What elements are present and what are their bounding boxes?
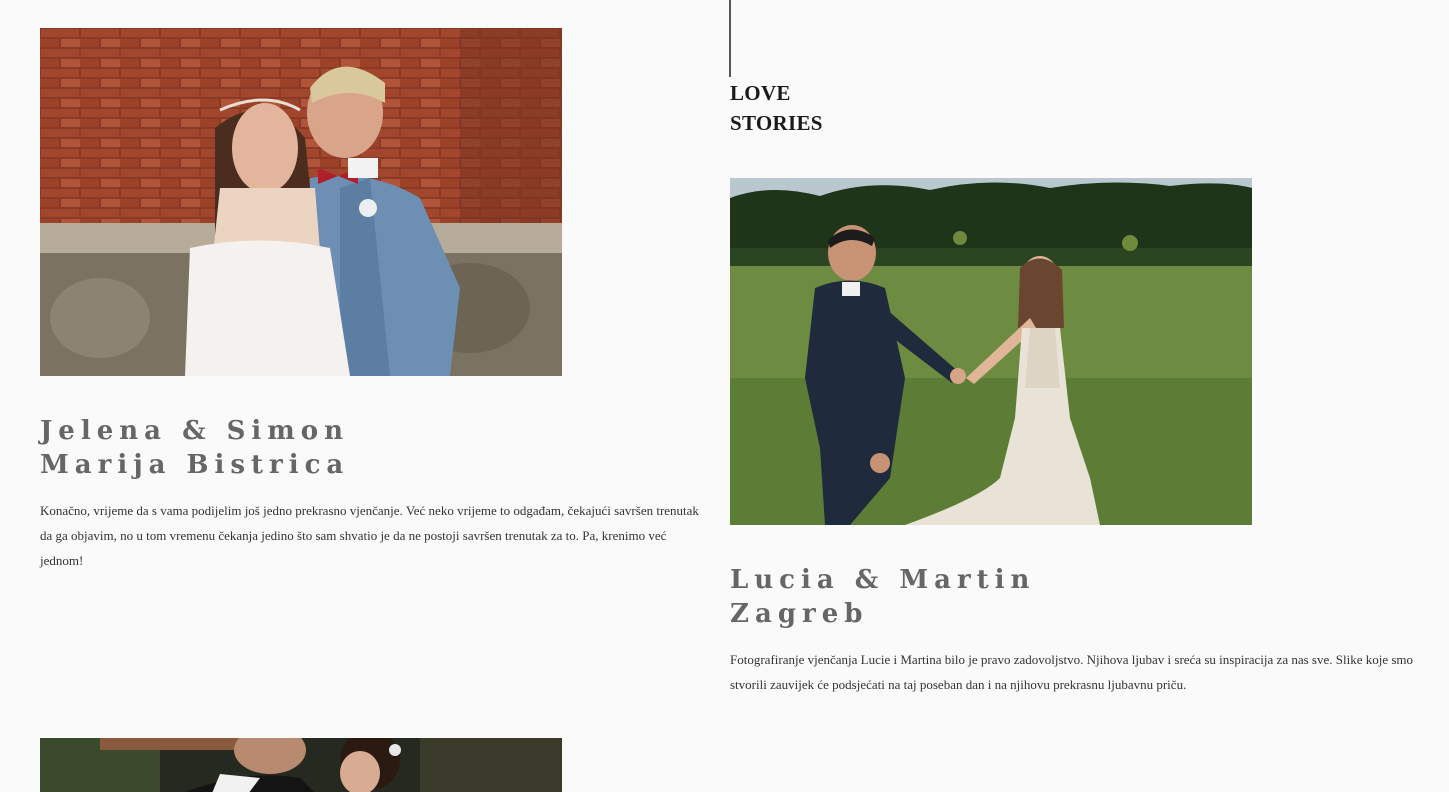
story-description-lucia-martin: Fotografiranje vjenčanja Lucie i Martina… <box>730 652 1414 692</box>
story-names: Jelena & Simon <box>40 416 349 446</box>
section-title: LOVE STORIES <box>730 78 823 138</box>
couple-embrace-image <box>40 738 562 792</box>
story-title-lucia-martin[interactable]: Lucia & Martin Zagreb <box>730 563 1035 631</box>
story-photo-jelena-simon[interactable] <box>40 28 562 376</box>
story-title-jelena-simon[interactable]: Jelena & Simon Marija Bistrica <box>40 414 349 482</box>
story-location: Zagreb <box>730 599 869 629</box>
story-names: Lucia & Martin <box>730 565 1036 595</box>
story-photo-third[interactable] <box>40 738 562 792</box>
story-location: Marija Bistrica <box>40 450 350 480</box>
section-title-line2: STORIES <box>730 111 823 135</box>
section-divider-line <box>729 0 731 77</box>
love-stories-page: LOVE STORIES Jelena & Simon Marija Bistr… <box>0 0 1449 792</box>
couple-brick-wall-image <box>40 28 562 376</box>
section-title-line1: LOVE <box>730 81 791 105</box>
story-description-jelena-simon: Konačno, vrijeme da s vama podijelim još… <box>40 503 699 568</box>
story-photo-lucia-martin[interactable] <box>730 178 1252 525</box>
couple-field-image <box>730 178 1252 525</box>
